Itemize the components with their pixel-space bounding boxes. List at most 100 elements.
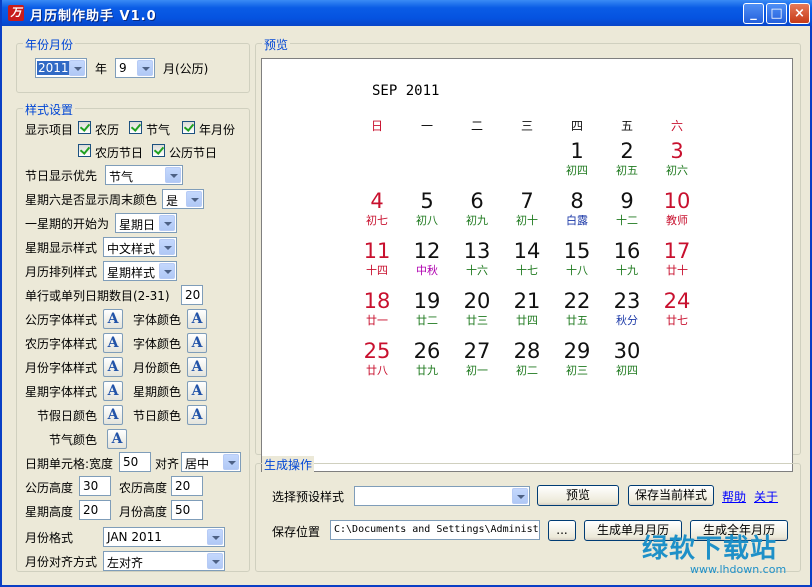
chevron-down-icon: [159, 215, 175, 231]
save-path-input[interactable]: C:\Documents and Settings\Administ: [330, 520, 540, 540]
lunar-date: 初四: [616, 364, 638, 377]
calendar-day-cell: 23 秋分: [602, 289, 652, 328]
cell-width-input[interactable]: 50: [119, 452, 151, 472]
day-number: 2: [620, 139, 634, 163]
month-height-label: 月份高度: [119, 505, 168, 519]
dates-per-row-label: 单行或单列日期数目(2-31): [25, 289, 170, 303]
calendar-day-cell: 26 廿九: [402, 339, 452, 378]
week-style-label: 星期显示样式: [25, 241, 98, 255]
solar-font-button[interactable]: A: [103, 309, 123, 329]
year-select[interactable]: 2011: [35, 58, 87, 78]
solar-height-input[interactable]: 30: [79, 476, 111, 496]
calendar-preview: SEP 2011 日一二三四五六 1 初四 2 初五 3 初六 4 初七 5 初八 6 初九 7 初十 8 白…: [261, 58, 793, 472]
festival-priority-select[interactable]: 节气: [105, 165, 183, 185]
festival-color-label: 节日颜色: [133, 409, 182, 423]
align-select[interactable]: 居中: [181, 452, 241, 472]
saturday-weekend-value: 是: [166, 194, 179, 208]
day-number: 15: [563, 239, 591, 263]
calendar-day-cell: 6 初九: [452, 189, 502, 228]
title-bar[interactable]: 万 月历制作助手 V1.0 _ □ ×: [2, 0, 812, 26]
watermark-url: www.lhdown.com: [690, 563, 787, 576]
weekday-header: 二: [470, 119, 483, 133]
week-font-button[interactable]: A: [103, 381, 123, 401]
festival-color-button[interactable]: A: [187, 405, 207, 425]
lunar-date: 初十: [516, 214, 538, 227]
solar-term-checkbox[interactable]: [129, 121, 142, 134]
preset-select[interactable]: [354, 486, 530, 506]
year-suffix-label: 年: [95, 62, 108, 76]
month-select[interactable]: 9: [115, 58, 155, 78]
lunar-date: 廿一: [366, 314, 388, 327]
style-settings-group-title: 样式设置: [23, 101, 76, 118]
festival-priority-value: 节气: [109, 170, 134, 184]
lunar-date: 中秋: [416, 264, 438, 277]
lunar-height-input[interactable]: 20: [171, 476, 203, 496]
dates-per-row-input[interactable]: 20: [181, 285, 203, 305]
about-link[interactable]: 关于: [754, 488, 778, 505]
year-month-checkbox[interactable]: [182, 121, 195, 134]
solar-festival-checkbox[interactable]: [152, 144, 165, 157]
maximize-button[interactable]: □: [766, 3, 787, 24]
minimize-button[interactable]: _: [743, 3, 764, 24]
save-style-button[interactable]: 保存当前样式: [628, 485, 714, 506]
calendar-day-cell: 27 初一: [452, 339, 502, 378]
month-format-select[interactable]: JAN 2011: [103, 527, 225, 547]
day-number: 20: [463, 289, 491, 313]
font-color-button[interactable]: A: [187, 309, 207, 329]
lunar-checkbox[interactable]: [78, 121, 91, 134]
week-start-value: 星期日: [119, 218, 156, 232]
close-button[interactable]: ×: [789, 3, 810, 24]
holiday-color-button[interactable]: A: [103, 405, 123, 425]
lunar-date: 初三: [566, 364, 588, 377]
calendar-day-cell: 17 廿十: [652, 239, 702, 278]
lunar-date: 初九: [466, 214, 488, 227]
month-color-button[interactable]: A: [187, 357, 207, 377]
month-align-select[interactable]: 左对齐: [103, 551, 225, 571]
saturday-weekend-select[interactable]: 是: [162, 189, 204, 209]
preview-button[interactable]: 预览: [537, 485, 619, 506]
lunar-festival-checkbox[interactable]: [78, 144, 91, 157]
month-height-input[interactable]: 50: [171, 500, 203, 520]
month-align-value: 左对齐: [107, 556, 144, 570]
month-font-button[interactable]: A: [103, 357, 123, 377]
window-content: 年份月份 2011 年 9 月(公历) 样式设置 显示项目 农历 节气 年月份 …: [2, 26, 810, 585]
day-number: 7: [520, 189, 534, 213]
day-number: 19: [413, 289, 441, 313]
lunar-date: 初五: [616, 164, 638, 177]
day-number: 8: [570, 189, 584, 213]
align-value: 居中: [185, 457, 210, 471]
week-style-select[interactable]: 中文样式: [103, 237, 177, 257]
calendar-day-cell: 24 廿七: [652, 289, 702, 328]
lunar-date: 廿七: [666, 314, 688, 327]
day-number: 12: [413, 239, 441, 263]
arrangement-select[interactable]: 星期样式: [103, 261, 177, 281]
day-number: 24: [663, 289, 691, 313]
lunar-color-label: 字体颜色: [133, 337, 182, 351]
day-number: 5: [420, 189, 434, 213]
month-format-label: 月份格式: [25, 531, 74, 545]
chevron-down-icon: [207, 529, 223, 545]
weekday-header: 四: [570, 119, 583, 133]
term-color-button[interactable]: A: [107, 429, 127, 449]
week-height-input[interactable]: 20: [79, 500, 111, 520]
chevron-down-icon: [159, 263, 175, 279]
day-number: 17: [663, 239, 691, 263]
chevron-down-icon: [223, 454, 239, 470]
help-link[interactable]: 帮助: [722, 488, 746, 505]
lunar-font-button[interactable]: A: [103, 333, 123, 353]
browse-button[interactable]: ...: [548, 520, 576, 541]
week-start-select[interactable]: 星期日: [115, 213, 177, 233]
calendar-day-cell: 28 初二: [502, 339, 552, 378]
lunar-date: 十四: [366, 264, 388, 277]
day-number: 11: [363, 239, 391, 263]
term-color-label: 节气颜色: [49, 433, 98, 447]
lunar-color-button[interactable]: A: [187, 333, 207, 353]
lunar-date: 廿三: [466, 314, 488, 327]
chevron-down-icon: [69, 60, 85, 76]
lunar-date: 白露: [566, 214, 588, 227]
day-number: 13: [463, 239, 491, 263]
day-number: 27: [463, 339, 491, 363]
arrangement-value: 星期样式: [107, 266, 156, 280]
week-color-button[interactable]: A: [187, 381, 207, 401]
calendar-day-cell: 8 白露: [552, 189, 602, 228]
